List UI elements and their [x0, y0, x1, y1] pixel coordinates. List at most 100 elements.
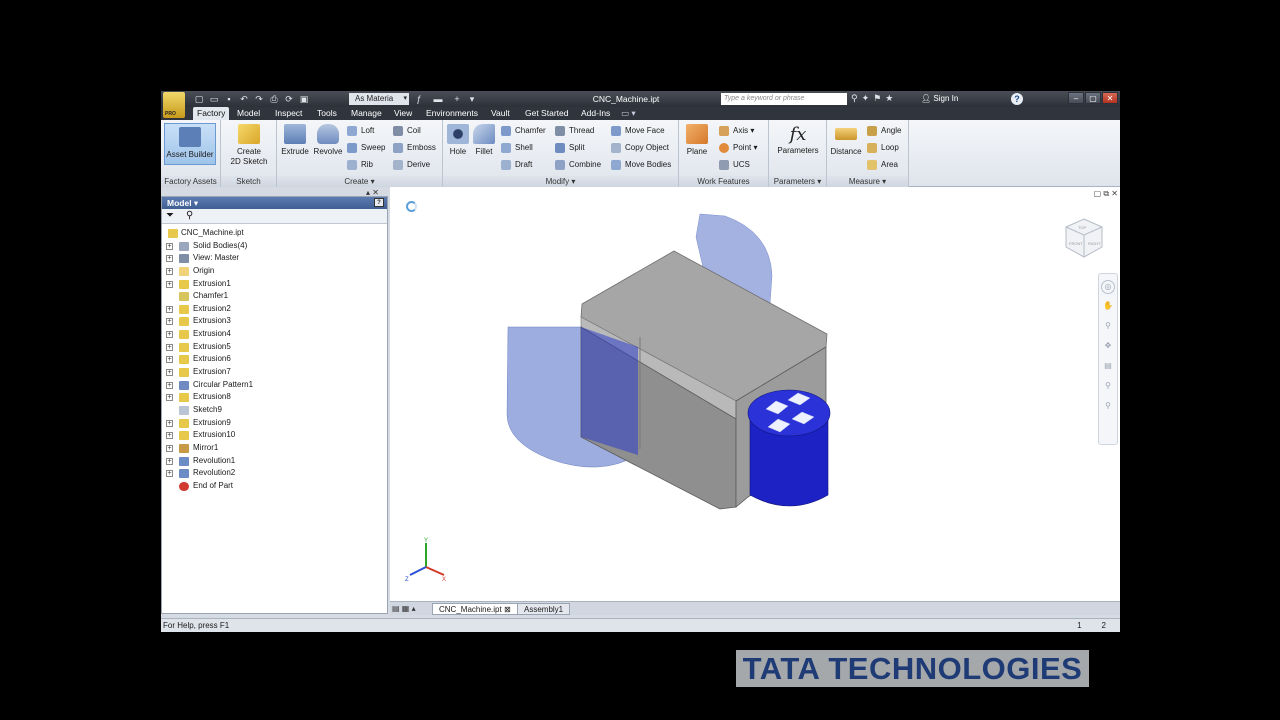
- binoculars-icon[interactable]: ⚲: [851, 93, 858, 104]
- find-icon[interactable]: ⚲: [186, 210, 193, 221]
- tree-item[interactable]: + Extrusion8: [166, 391, 387, 404]
- tree-item[interactable]: + Circular Pattern1: [166, 379, 387, 392]
- tab-view[interactable]: View: [394, 107, 412, 120]
- print-icon[interactable]: ⎙: [268, 94, 280, 105]
- plus-icon[interactable]: +: [451, 94, 463, 105]
- tree-item[interactable]: + Extrusion4: [166, 328, 387, 341]
- app-menu-button[interactable]: PRO: [163, 92, 185, 118]
- tile-windows-icon[interactable]: ▤ ▦ ▴: [392, 604, 416, 613]
- doc-tab-assembly1[interactable]: Assembly1: [517, 603, 571, 615]
- chamfer-button[interactable]: Chamfer: [501, 125, 546, 137]
- canvas-window-controls[interactable]: ▢ ⧉ ✕: [1094, 189, 1118, 199]
- new-icon[interactable]: ▢: [193, 94, 205, 105]
- graphics-canvas[interactable]: TOP FRONT RIGHT ◎ ✋ ⚲ ✥ ▤ ⚲ ⚲ Y X Z: [390, 187, 1120, 601]
- tree-item[interactable]: + Extrusion7: [166, 366, 387, 379]
- tools-icon[interactable]: ✦: [862, 93, 870, 104]
- tree-item[interactable]: + Solid Bodies(4): [166, 240, 387, 253]
- viewcube[interactable]: TOP FRONT RIGHT: [1060, 215, 1108, 263]
- emboss-button[interactable]: Emboss: [393, 142, 436, 154]
- area-button[interactable]: Area: [867, 159, 898, 171]
- tab-get-started[interactable]: Get Started: [525, 107, 568, 120]
- angle-button[interactable]: Angle: [867, 125, 901, 137]
- tree-item[interactable]: + Revolution2: [166, 467, 387, 480]
- thread-button[interactable]: Thread: [555, 125, 594, 137]
- expand-icon[interactable]: +: [166, 457, 173, 465]
- expand-icon[interactable]: +: [166, 432, 173, 440]
- sweep-button[interactable]: Sweep: [347, 142, 385, 154]
- tab-overflow-icon[interactable]: ▭ ▾: [621, 107, 636, 120]
- expand-icon[interactable]: +: [166, 331, 173, 339]
- redo-icon[interactable]: ↷: [253, 94, 265, 105]
- expand-icon[interactable]: +: [166, 444, 173, 452]
- extrude-button[interactable]: Extrude: [279, 124, 311, 157]
- copy-object-button[interactable]: Copy Object: [611, 142, 669, 154]
- favorites-icon[interactable]: ★: [885, 93, 893, 104]
- hole-button[interactable]: Hole: [445, 124, 471, 157]
- fillet-button[interactable]: Fillet: [471, 124, 497, 157]
- tab-vault[interactable]: Vault: [491, 107, 510, 120]
- expand-icon[interactable]: +: [166, 305, 173, 313]
- pin-icon[interactable]: ?: [374, 198, 384, 207]
- expand-icon[interactable]: +: [166, 356, 173, 364]
- zoom-icon[interactable]: ⚲: [1101, 320, 1115, 334]
- loop-button[interactable]: Loop: [867, 142, 899, 154]
- appearance-icon[interactable]: ▬: [428, 94, 448, 105]
- expand-icon[interactable]: +: [166, 280, 173, 288]
- tree-item[interactable]: + Extrusion3: [166, 315, 387, 328]
- tree-item[interactable]: + Mirror1: [166, 442, 387, 455]
- tab-manage[interactable]: Manage: [351, 107, 382, 120]
- tree-item[interactable]: + Extrusion1: [166, 278, 387, 291]
- tree-item[interactable]: + Extrusion10: [166, 429, 387, 442]
- material-dropdown[interactable]: As Materia ▾: [349, 93, 409, 105]
- tab-tools[interactable]: Tools: [317, 107, 337, 120]
- doc-tab-cnc-machine[interactable]: CNC_Machine.ipt ⊠: [432, 603, 518, 615]
- expand-icon[interactable]: +: [166, 343, 173, 351]
- group-label[interactable]: Modify ▾: [443, 176, 678, 187]
- browser-header[interactable]: Model ▾ ?: [162, 197, 387, 209]
- tab-add-ins[interactable]: Add-Ins: [581, 107, 610, 120]
- tab-environments[interactable]: Environments: [426, 107, 478, 120]
- coil-button[interactable]: Coil: [393, 125, 421, 137]
- tab-factory[interactable]: Factory: [193, 107, 230, 120]
- select-icon[interactable]: ▣: [298, 94, 310, 105]
- create-2d-sketch-button[interactable]: Create 2D Sketch: [227, 124, 271, 167]
- zoom-all-icon[interactable]: ⚲: [1101, 400, 1115, 414]
- orbit-icon[interactable]: ✥: [1101, 340, 1115, 354]
- dropdown-icon[interactable]: ▾: [466, 94, 478, 105]
- expand-icon[interactable]: +: [166, 394, 173, 402]
- group-label[interactable]: Measure ▾: [827, 176, 908, 187]
- ucs-button[interactable]: UCS: [719, 159, 750, 171]
- tree-item[interactable]: + View: Master: [166, 252, 387, 265]
- tree-item[interactable]: CNC_Machine.ipt: [166, 227, 387, 240]
- steering-wheel-icon[interactable]: ◎: [1101, 280, 1115, 294]
- tree-item[interactable]: Sketch9: [166, 404, 387, 417]
- asset-builder-button[interactable]: Asset Builder: [164, 123, 216, 165]
- distance-button[interactable]: Distance: [829, 124, 863, 157]
- tree-item[interactable]: + Revolution1: [166, 455, 387, 468]
- save-icon[interactable]: ▪: [223, 94, 235, 105]
- expand-icon[interactable]: +: [166, 255, 173, 263]
- parameters-button[interactable]: fx Parameters: [773, 124, 823, 156]
- axis-button[interactable]: Axis ▾: [719, 125, 754, 137]
- tab-model[interactable]: Model: [237, 107, 260, 120]
- expand-icon[interactable]: +: [166, 419, 173, 427]
- group-label[interactable]: Parameters ▾: [769, 176, 826, 187]
- move-bodies-button[interactable]: Move Bodies: [611, 159, 671, 171]
- expand-icon[interactable]: +: [166, 318, 173, 326]
- expand-icon[interactable]: +: [166, 369, 173, 377]
- update-icon[interactable]: ⟳: [283, 94, 295, 105]
- open-icon[interactable]: ▭: [208, 94, 220, 105]
- expand-icon[interactable]: +: [166, 242, 173, 250]
- point-button[interactable]: Point ▾: [719, 142, 757, 154]
- fx-icon[interactable]: ƒ: [413, 94, 425, 105]
- expand-icon[interactable]: +: [166, 267, 173, 275]
- help-icon[interactable]: ?: [1011, 93, 1023, 105]
- pan-icon[interactable]: ✋: [1101, 300, 1115, 314]
- filter-icon[interactable]: ⏷: [166, 210, 174, 221]
- tree-item[interactable]: + Extrusion6: [166, 353, 387, 366]
- expand-icon[interactable]: +: [166, 381, 173, 389]
- tree-item[interactable]: End of Part: [166, 480, 387, 493]
- split-button[interactable]: Split: [555, 142, 585, 154]
- look-at-icon[interactable]: ▤: [1101, 360, 1115, 374]
- combine-button[interactable]: Combine: [555, 159, 601, 171]
